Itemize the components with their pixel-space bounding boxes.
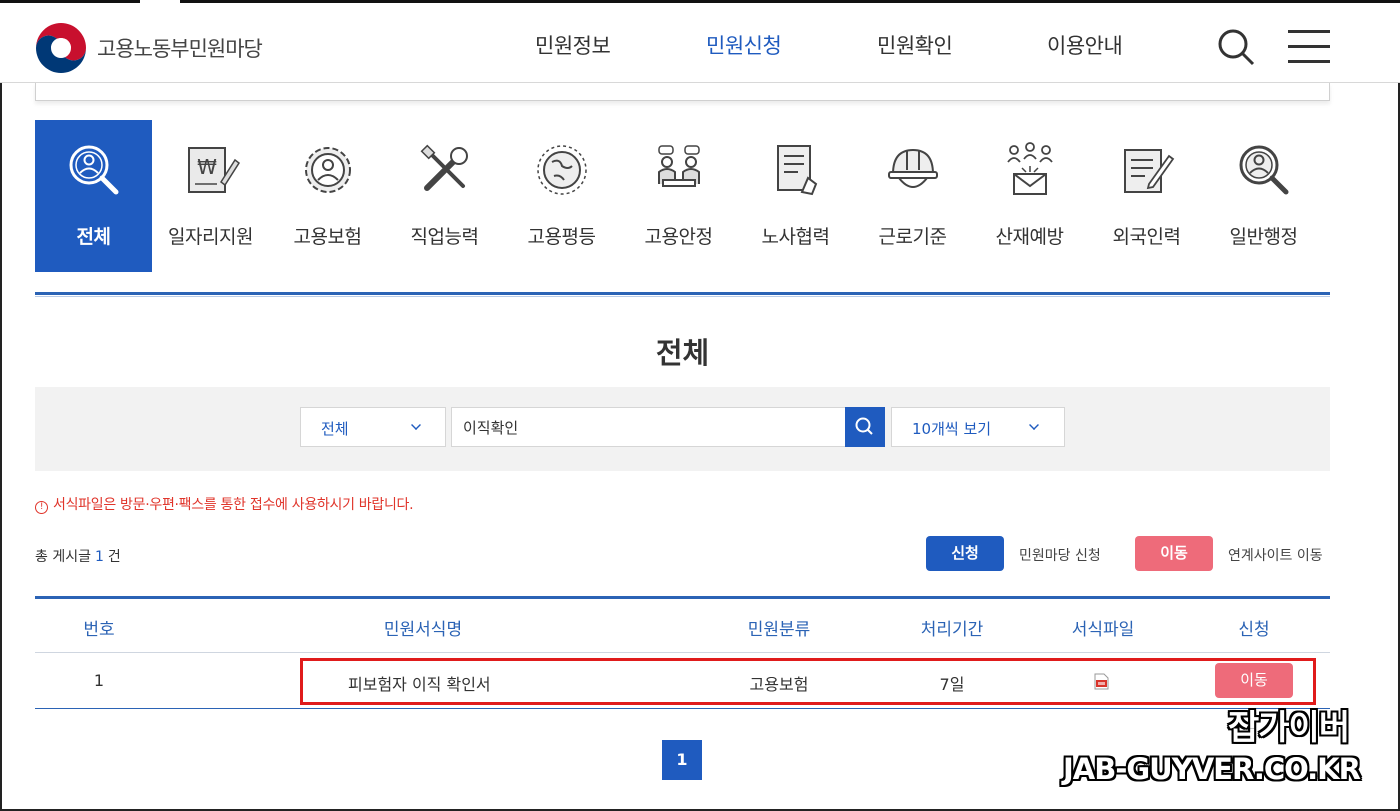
category-label: 고용평등 [527, 226, 596, 248]
category-select[interactable]: 전체 [300, 407, 446, 447]
file-notice: ! 서식파일은 방문·우편·팩스를 통한 접수에 사용하시기 바랍니다. [35, 494, 414, 514]
row-number: 1 [93, 671, 105, 690]
search-input[interactable] [451, 407, 846, 447]
document-hand-icon [777, 145, 818, 196]
category-label: 외국인력 [1112, 226, 1181, 248]
category-select-value: 전체 [321, 420, 349, 438]
category-tab-all[interactable]: 전체 [35, 120, 152, 272]
page-size-select-value: 10개씩 보기 [912, 420, 992, 438]
category-label: 근로기준 [878, 226, 947, 248]
site-header: 고용노동부민원마당 민원정보 민원신청 민원확인 이용안내 [0, 3, 1400, 83]
search-button[interactable] [845, 407, 885, 447]
search-icon[interactable] [1216, 27, 1256, 67]
meeting-icon [658, 145, 700, 187]
row-period: 7일 [939, 675, 965, 694]
table-bottom-border [35, 708, 1330, 709]
nav-civil-apply[interactable]: 민원신청 [706, 30, 782, 60]
watermark-url: JAB-GUYVER.CO.KR [1063, 752, 1361, 786]
hwp-file-icon[interactable] [1094, 673, 1109, 690]
file-notice-text: 서식파일은 방문·우편·팩스를 통한 접수에 사용하시기 바랍니다. [53, 497, 414, 513]
total-prefix: 총 게시글 [35, 549, 91, 565]
category-tab-foreign-workers[interactable]: 외국인력 [1088, 120, 1205, 272]
nav-user-guide[interactable]: 이용안내 [1047, 30, 1123, 60]
section-divider [35, 292, 1330, 295]
globe-icon [537, 145, 587, 195]
gear-person-icon [305, 147, 351, 193]
th-number: 번호 [83, 620, 115, 640]
row-move-button[interactable]: 이동 [1215, 663, 1293, 698]
category-tab-employment-insurance[interactable]: 고용보험 [269, 120, 386, 272]
th-apply: 신청 [1238, 620, 1270, 640]
section-divider-thin [35, 296, 1330, 297]
legend-apply-badge: 신청 [926, 536, 1004, 571]
th-category: 민원분류 [747, 620, 811, 640]
nav-civil-check[interactable]: 민원확인 [877, 30, 953, 60]
total-suffix: 건 [107, 549, 121, 565]
total-number: 1 [94, 549, 104, 565]
chevron-down-icon [411, 420, 421, 430]
total-count: 총 게시글 1 건 [35, 546, 121, 566]
row-form-name[interactable]: 피보험자 이직 확인서 [348, 671, 491, 695]
search-person-icon [69, 145, 119, 195]
category-label: 산재예방 [995, 226, 1064, 248]
category-label: 고용보험 [293, 226, 362, 248]
search-person-icon [1239, 145, 1289, 195]
th-form-file: 서식파일 [1071, 620, 1135, 640]
page-title: 전체 [655, 336, 710, 370]
category-tab-job-support[interactable]: ₩ 일자리지원 [152, 120, 269, 272]
row-category: 고용보험 [749, 675, 809, 694]
site-logo-text[interactable]: 고용노동부민원마당 [97, 33, 263, 63]
category-tab-labor-cooperation[interactable]: 노사협력 [737, 120, 854, 272]
watermark-korean: 잡가이버 [1228, 708, 1350, 748]
category-label: 직업능력 [410, 226, 479, 248]
table-header-border [35, 652, 1330, 653]
search-icon [855, 417, 873, 435]
won-document-icon: ₩ [188, 147, 241, 193]
category-label: 일자리지원 [168, 226, 253, 248]
dropdown-panel-edge [35, 83, 1330, 101]
legend-move-badge: 이동 [1135, 536, 1213, 571]
svg-text:₩: ₩ [197, 155, 217, 179]
document-pen-icon [1124, 149, 1175, 193]
nav-civil-info[interactable]: 민원정보 [535, 30, 611, 60]
info-icon: ! [35, 501, 48, 514]
category-tab-stability[interactable]: 고용안정 [620, 120, 737, 272]
hamburger-menu-icon[interactable] [1288, 30, 1330, 64]
table-top-border [35, 596, 1330, 599]
government-logo-icon[interactable] [35, 22, 87, 74]
category-label: 전체 [76, 226, 111, 248]
legend-apply-text: 민원마당 신청 [1019, 548, 1101, 564]
category-label: 고용안정 [644, 226, 713, 248]
tools-icon [420, 144, 468, 191]
category-tab-labor-standards[interactable]: 근로기준 [854, 120, 971, 272]
category-tab-general-admin[interactable]: 일반행정 [1205, 120, 1322, 272]
helmet-icon [888, 148, 938, 188]
category-label: 일반행정 [1229, 226, 1298, 248]
category-label: 노사협력 [761, 226, 830, 248]
legend-move-text: 연계사이트 이동 [1228, 548, 1323, 564]
mail-people-icon [1007, 142, 1053, 195]
page-size-select[interactable]: 10개씩 보기 [891, 407, 1065, 447]
category-tab-equality[interactable]: 고용평등 [503, 120, 620, 272]
pagination-current-page[interactable]: 1 [662, 740, 702, 780]
th-form-name: 민원서식명 [383, 620, 463, 640]
th-period: 처리기간 [920, 620, 984, 640]
category-tab-accident-prevention[interactable]: 산재예방 [971, 120, 1088, 272]
category-tab-vocational-skills[interactable]: 직업능력 [386, 120, 503, 272]
chevron-down-icon [1029, 420, 1039, 430]
